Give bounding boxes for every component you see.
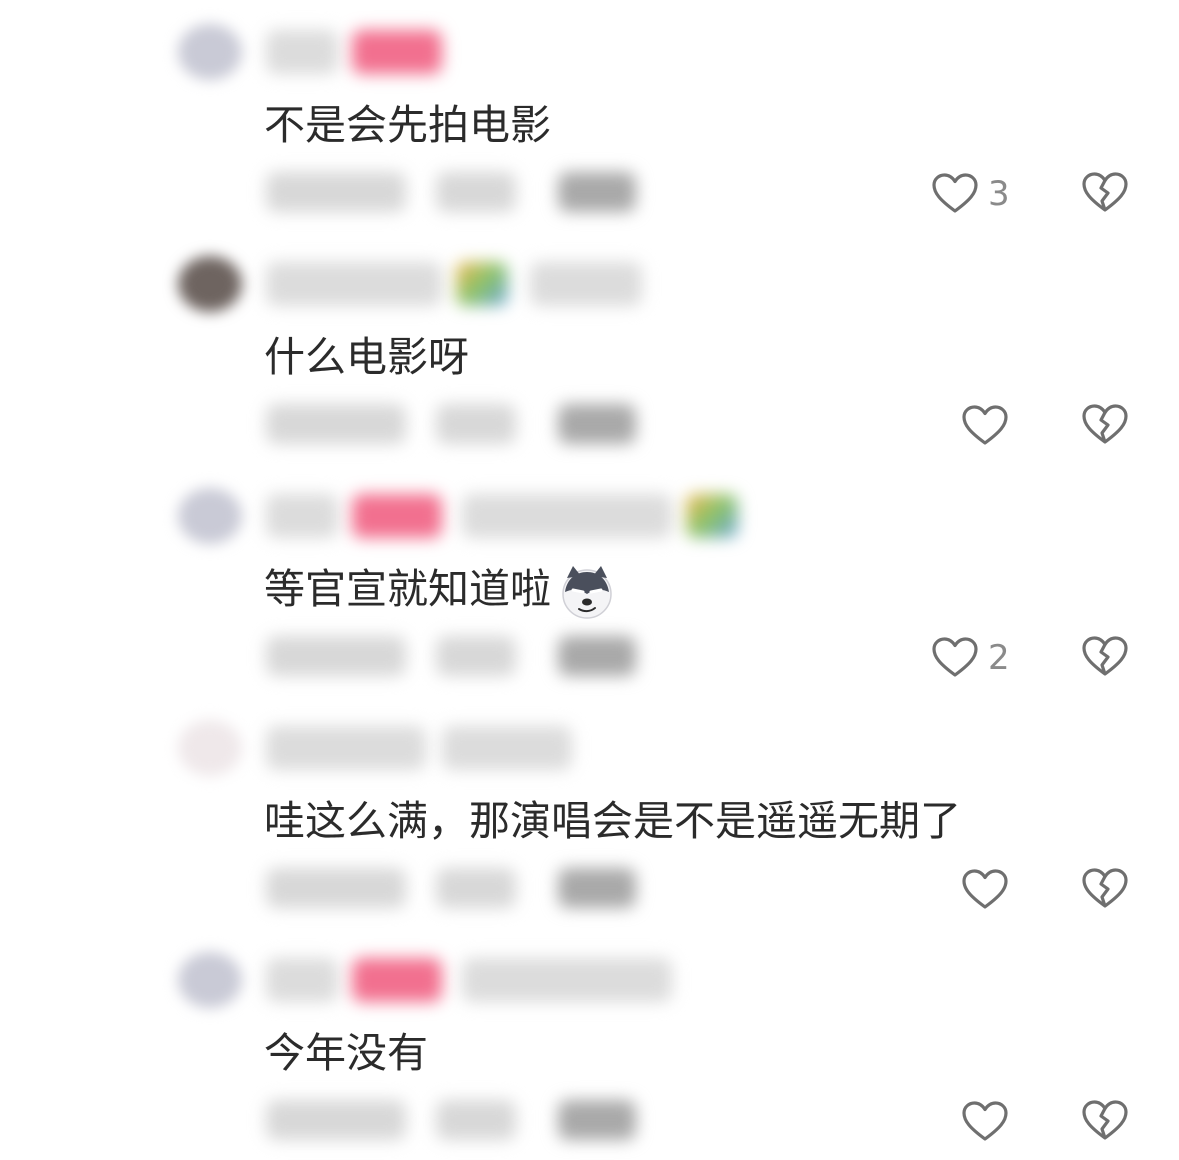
comment-item: 等官宣就知道啦 2 xyxy=(0,464,1179,696)
avatar[interactable] xyxy=(178,488,242,544)
username-redacted[interactable] xyxy=(266,262,442,306)
username-redacted[interactable] xyxy=(266,30,338,74)
comment-item: 什么电影呀 xyxy=(0,232,1179,464)
like-button[interactable] xyxy=(960,1096,1018,1148)
reply-button[interactable] xyxy=(558,636,636,676)
comment-item: 不是会先拍电影 3 xyxy=(0,0,1179,232)
author-badge xyxy=(352,494,442,538)
broken-heart-icon xyxy=(1080,632,1130,682)
author-badge xyxy=(352,958,442,1002)
rainbow-emoji xyxy=(686,494,738,538)
comment-text: 不是会先拍电影 xyxy=(264,101,551,149)
timestamp-redacted xyxy=(266,172,406,212)
like-count: 3 xyxy=(988,174,1010,214)
broken-heart-icon xyxy=(1080,168,1130,218)
timestamp-redacted xyxy=(266,404,406,444)
like-button[interactable]: 3 xyxy=(930,168,1010,220)
comment-item: 哇这么满，那演唱会是不是遥遥无期了 xyxy=(0,696,1179,928)
comment-thread: 不是会先拍电影 3 什么电影呀 等官宣就知道啦 2 哇这么满，那演唱会是不是遥遥… xyxy=(0,0,1179,1141)
smirking-dog-emoji-icon xyxy=(557,562,617,622)
timestamp-redacted xyxy=(266,1100,406,1140)
broken-heart-icon xyxy=(1080,864,1130,914)
reply-target-redacted xyxy=(530,262,642,306)
dislike-button[interactable] xyxy=(1080,400,1130,452)
location-redacted xyxy=(436,172,516,212)
reply-button[interactable] xyxy=(558,868,636,908)
reply-button[interactable] xyxy=(558,172,636,212)
location-redacted xyxy=(436,636,516,676)
reply-button[interactable] xyxy=(558,404,636,444)
heart-outline-icon xyxy=(960,401,1010,451)
dislike-button[interactable] xyxy=(1080,864,1130,916)
avatar[interactable] xyxy=(178,720,242,776)
avatar[interactable] xyxy=(178,24,242,80)
reply-button[interactable] xyxy=(558,1100,636,1140)
author-badge xyxy=(352,30,442,74)
avatar[interactable] xyxy=(178,256,242,312)
comment-text: 哇这么满，那演唱会是不是遥遥无期了 xyxy=(264,797,961,845)
dislike-button[interactable] xyxy=(1080,168,1130,220)
comment-text: 今年没有 xyxy=(264,1029,428,1077)
timestamp-redacted xyxy=(266,868,406,908)
like-button[interactable] xyxy=(960,864,1018,916)
comment-text: 等官宣就知道啦 xyxy=(264,560,617,622)
reply-target-redacted xyxy=(462,958,672,1002)
avatar[interactable] xyxy=(178,952,242,1008)
location-redacted xyxy=(436,404,516,444)
broken-heart-icon xyxy=(1080,1096,1130,1146)
dislike-button[interactable] xyxy=(1080,632,1130,684)
username-redacted[interactable] xyxy=(266,726,426,770)
dislike-button[interactable] xyxy=(1080,1096,1130,1148)
like-button[interactable] xyxy=(960,400,1018,452)
heart-outline-icon xyxy=(960,865,1010,915)
broken-heart-icon xyxy=(1080,400,1130,450)
username-redacted[interactable] xyxy=(266,958,338,1002)
rainbow-emoji xyxy=(456,262,508,306)
timestamp-redacted xyxy=(266,636,406,676)
reply-target-redacted xyxy=(442,726,572,770)
heart-outline-icon xyxy=(930,169,980,219)
like-button[interactable]: 2 xyxy=(930,632,1010,684)
comment-text-content: 等官宣就知道啦 xyxy=(264,565,551,613)
comment-item: 今年没有 xyxy=(0,928,1179,1160)
reply-target-redacted xyxy=(462,494,672,538)
location-redacted xyxy=(436,1100,516,1140)
heart-outline-icon xyxy=(960,1097,1010,1147)
like-count: 2 xyxy=(988,638,1010,678)
heart-outline-icon xyxy=(930,633,980,683)
comment-text: 什么电影呀 xyxy=(264,333,469,381)
location-redacted xyxy=(436,868,516,908)
username-redacted[interactable] xyxy=(266,494,338,538)
